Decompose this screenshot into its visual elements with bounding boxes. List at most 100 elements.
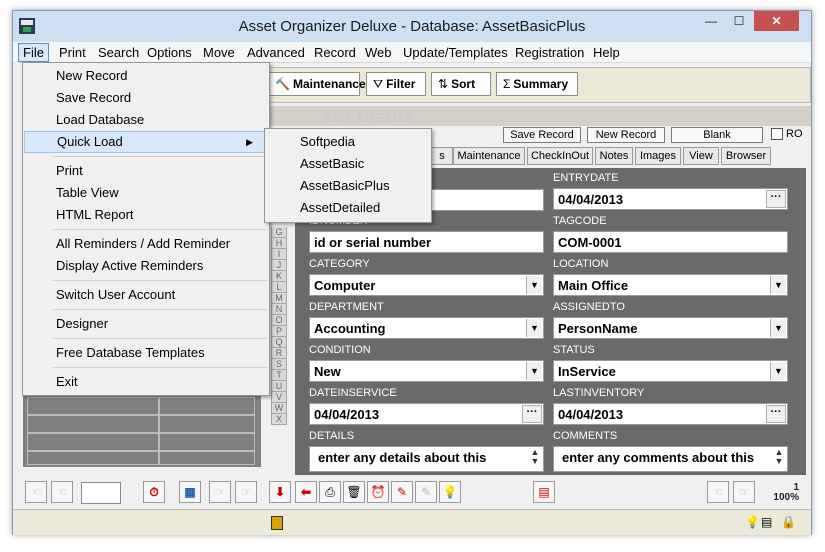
date-picker-button[interactable]: ··· xyxy=(522,405,542,423)
alpha-letter[interactable]: X xyxy=(271,414,287,425)
tagcode-field[interactable]: COM-0001 xyxy=(553,231,788,253)
edit-icon[interactable]: ✎ xyxy=(415,481,437,503)
tab-partial[interactable]: s xyxy=(431,147,453,165)
maintenance-button[interactable]: 🔨 Maintenance xyxy=(268,72,366,96)
menu-item-table-view[interactable]: Table View xyxy=(24,182,268,204)
maximize-button[interactable]: ☐ xyxy=(725,11,753,31)
alpha-letter[interactable]: U xyxy=(271,381,287,392)
calendar-icon[interactable]: ▦ xyxy=(179,481,201,503)
alpha-letter[interactable]: J xyxy=(271,260,287,271)
menu-move[interactable]: Move xyxy=(203,45,235,60)
alpha-letter[interactable]: T xyxy=(271,370,287,381)
menu-item-save-record[interactable]: Save Record xyxy=(24,87,268,109)
record-next-icon[interactable]: ☞ xyxy=(733,481,755,503)
menu-advanced[interactable]: Advanced xyxy=(247,45,305,60)
tab-maintenance[interactable]: Maintenance xyxy=(453,147,525,165)
save-record-button[interactable]: Save Record xyxy=(503,127,581,143)
alpha-letter[interactable]: N xyxy=(271,304,287,315)
close-button[interactable]: ✕ xyxy=(754,11,799,31)
filter-button[interactable]: ⛛ Filter xyxy=(366,72,426,96)
grid-cell[interactable] xyxy=(27,415,159,433)
notes-icon[interactable]: ✎ xyxy=(391,481,413,503)
menu-item-quick-load[interactable]: Quick Load ▶ xyxy=(24,131,268,153)
submenu-item-softpedia[interactable]: Softpedia xyxy=(266,131,430,153)
category-select[interactable]: Computer ▼ xyxy=(309,274,544,296)
menu-record[interactable]: Record xyxy=(314,45,356,60)
assignedto-select[interactable]: PersonName ▼ xyxy=(553,317,788,339)
grid-cell[interactable] xyxy=(27,397,159,415)
sort-button[interactable]: ⇅ Sort xyxy=(431,72,491,96)
grid-cell[interactable] xyxy=(159,433,255,451)
menu-file[interactable]: File xyxy=(18,43,49,62)
tab-browser[interactable]: Browser xyxy=(721,147,771,165)
grid-cell[interactable] xyxy=(159,397,255,415)
date-picker-button[interactable]: ··· xyxy=(766,190,786,208)
alpha-letter[interactable]: L xyxy=(271,282,287,293)
grid-cell[interactable] xyxy=(159,451,255,465)
printer-icon[interactable]: ⎙ xyxy=(319,481,341,503)
menu-item-active-reminders[interactable]: Display Active Reminders xyxy=(24,255,268,277)
menu-search[interactable]: Search xyxy=(98,45,139,60)
alpha-letter[interactable]: R xyxy=(271,348,287,359)
dropdown-arrow-icon[interactable]: ▼ xyxy=(526,276,542,294)
reminder-icon[interactable]: ⏱ xyxy=(143,481,165,503)
scroll-arrows-icon[interactable]: ▲ ▼ xyxy=(773,448,785,466)
location-select[interactable]: Main Office ▼ xyxy=(553,274,788,296)
alpha-letter[interactable]: S xyxy=(271,359,287,370)
submenu-item-assetbasic[interactable]: AssetBasic xyxy=(266,153,430,175)
record-prev-icon[interactable]: ☜ xyxy=(707,481,729,503)
alpha-letter[interactable]: W xyxy=(271,403,287,414)
dropdown-arrow-icon[interactable]: ▼ xyxy=(770,276,786,294)
summary-button[interactable]: Σ Summary xyxy=(496,72,578,96)
details-textarea[interactable]: enter any details about this ▲ ▼ xyxy=(309,446,544,472)
back-arrow-icon[interactable]: ⬅ xyxy=(295,481,317,503)
first-record-icon[interactable]: ☜ xyxy=(25,481,47,503)
menu-item-load-database[interactable]: Load Database xyxy=(24,109,268,131)
grid-cell[interactable] xyxy=(27,433,159,451)
dropdown-arrow-icon[interactable]: ▼ xyxy=(526,319,542,337)
alpha-letter[interactable]: P xyxy=(271,326,287,337)
next-record-icon[interactable]: ☞ xyxy=(209,481,231,503)
prev-record-icon[interactable]: ☜ xyxy=(51,481,73,503)
blank-button[interactable]: Blank xyxy=(671,127,763,143)
menu-update-templates[interactable]: Update/Templates xyxy=(403,45,508,60)
scroll-arrows-icon[interactable]: ▲ ▼ xyxy=(529,448,541,466)
dateinservice-field[interactable]: 04/04/2013 ··· xyxy=(309,403,544,425)
down-arrow-icon[interactable]: ⬇ xyxy=(269,481,291,503)
menu-help[interactable]: Help xyxy=(593,45,620,60)
alpha-letter[interactable]: M xyxy=(271,293,287,304)
department-select[interactable]: Accounting ▼ xyxy=(309,317,544,339)
alpha-letter[interactable]: I xyxy=(271,249,287,260)
menu-registration[interactable]: Registration xyxy=(515,45,584,60)
menu-print[interactable]: Print xyxy=(59,45,86,60)
menu-options[interactable]: Options xyxy=(147,45,192,60)
menu-web[interactable]: Web xyxy=(365,45,392,60)
bookmark-icon[interactable] xyxy=(271,516,283,530)
grid-cell[interactable] xyxy=(159,415,255,433)
alarm-icon[interactable]: ⏰ xyxy=(367,481,389,503)
minimize-button[interactable]: — xyxy=(697,11,725,31)
dropdown-arrow-icon[interactable]: ▼ xyxy=(770,362,786,380)
new-record-button[interactable]: New Record xyxy=(587,127,665,143)
submenu-item-assetdetailed[interactable]: AssetDetailed xyxy=(266,197,430,219)
alpha-letter[interactable]: Q xyxy=(271,337,287,348)
entrydate-field[interactable]: 04/04/2013 ··· xyxy=(553,188,788,210)
trash-icon[interactable]: 🗑 xyxy=(343,481,365,503)
alpha-letter[interactable]: K xyxy=(271,271,287,282)
menu-item-free-templates[interactable]: Free Database Templates xyxy=(24,342,268,364)
lightbulb-icon[interactable]: 💡 xyxy=(439,481,461,503)
ro-checkbox[interactable] xyxy=(771,128,783,140)
lastinventory-field[interactable]: 04/04/2013 ··· xyxy=(553,403,788,425)
report-icon[interactable]: ▤ xyxy=(533,481,555,503)
alpha-letter[interactable]: O xyxy=(271,315,287,326)
alpha-letter[interactable]: G xyxy=(271,227,287,238)
menu-item-all-reminders[interactable]: All Reminders / Add Reminder xyxy=(24,233,268,255)
record-search-input[interactable] xyxy=(81,482,121,504)
date-picker-button[interactable]: ··· xyxy=(766,405,786,423)
condition-select[interactable]: New ▼ xyxy=(309,360,544,382)
menu-item-switch-user[interactable]: Switch User Account xyxy=(24,284,268,306)
tab-checkinout[interactable]: CheckInOut xyxy=(527,147,593,165)
status-select[interactable]: InService ▼ xyxy=(553,360,788,382)
dropdown-arrow-icon[interactable]: ▼ xyxy=(770,319,786,337)
idnumber-field[interactable]: id or serial number xyxy=(309,231,544,253)
